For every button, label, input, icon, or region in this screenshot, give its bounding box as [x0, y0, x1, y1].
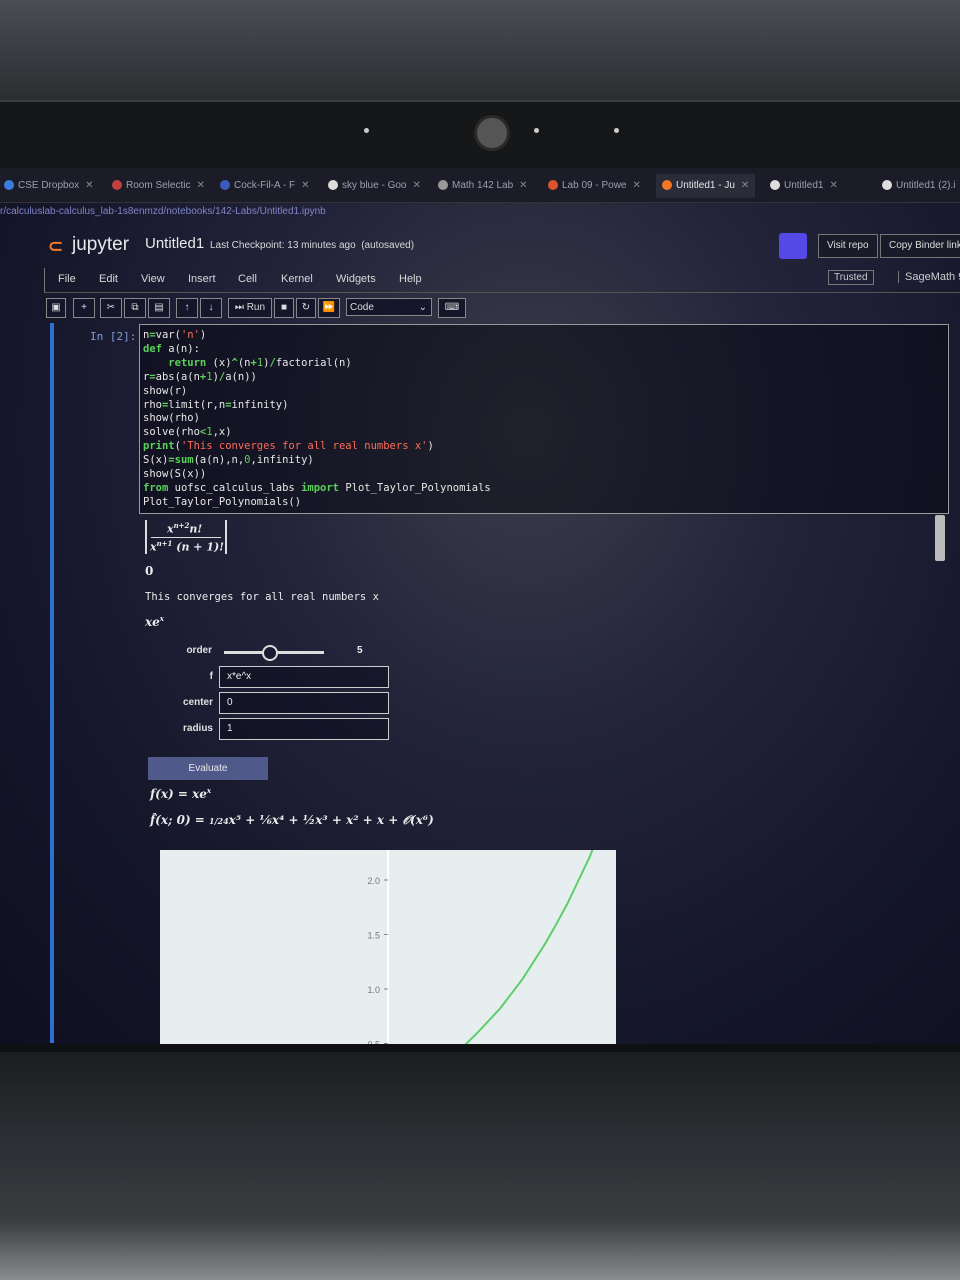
taylor-plot: 2.01.51.00.5	[160, 850, 616, 1044]
menu-view[interactable]: View	[141, 273, 165, 285]
code-line: def a(n):	[143, 342, 200, 355]
code-line: show(S(x))	[143, 468, 207, 481]
jupyter-logo-icon: ⊂	[48, 236, 64, 256]
code-line: rho=limit(r,n=infinity)	[143, 398, 289, 411]
ratio-output: xn+2n! xn+1 (n + 1)!	[145, 520, 227, 554]
browser-tab[interactable]: Lab 09 - Powe ✕	[548, 174, 641, 198]
save-icon[interactable]: ▣	[46, 298, 66, 318]
menu-bar: File Edit View Insert Cell Kernel Widget…	[44, 268, 960, 293]
order-value: 5	[357, 645, 363, 656]
order-label: order	[186, 645, 212, 656]
plot-series-line	[464, 850, 594, 1044]
menu-insert[interactable]: Insert	[188, 273, 216, 285]
menu-cell[interactable]: Cell	[238, 273, 257, 285]
browser-tab[interactable]: Room Selectic ✕	[112, 174, 205, 198]
cell-prompt: In [2]:	[90, 330, 137, 343]
kernel-name[interactable]: SageMath 9	[898, 271, 960, 283]
notebook-title[interactable]: Untitled1	[145, 235, 204, 252]
center-input[interactable]: 0	[219, 692, 389, 714]
checkpoint-status: Last Checkpoint: 13 minutes ago (autosav…	[210, 240, 415, 251]
copy-binder-link-button[interactable]: Copy Binder link	[880, 234, 960, 258]
stop-icon[interactable]: ■	[274, 298, 294, 318]
code-line: S(x)=sum(a(n),n,0,infinity)	[143, 454, 314, 467]
run-button[interactable]: ⏭ Run	[228, 298, 272, 318]
jupyter-brand[interactable]: jupyter	[72, 234, 129, 256]
paste-icon[interactable]: ▤	[148, 298, 170, 318]
selected-cell-indicator	[50, 323, 54, 1043]
code-editor[interactable]: n=var('n') def a(n): return (x)^(n+1)/fa…	[143, 329, 491, 510]
cell-type-select[interactable]: Code ⌄	[346, 298, 432, 316]
code-line: show(rho)	[143, 412, 200, 425]
menu-help[interactable]: Help	[399, 273, 422, 285]
sum-output: xex	[145, 614, 164, 629]
code-line: solve(rho<1,x)	[143, 426, 232, 439]
f-label: f	[209, 671, 213, 682]
taylor-polynomial: f̂(x; 0) = 1/24x⁵ + ⅙x⁴ + ½x³ + x² + x +…	[150, 813, 434, 827]
trusted-indicator[interactable]: Trusted	[828, 270, 874, 285]
code-line: r=abs(a(n+1)/a(n))	[143, 370, 257, 383]
menu-kernel[interactable]: Kernel	[281, 273, 313, 285]
copy-icon[interactable]: ⧉	[124, 298, 146, 318]
plot-canvas: 2.01.51.00.5	[367, 850, 594, 1044]
print-output: This converges for all real numbers x	[145, 591, 379, 603]
laptop-bezel-bottom	[0, 1044, 960, 1280]
browser-tab[interactable]: Math 142 Lab ✕	[438, 174, 528, 198]
function-equation: f(x) = xex	[150, 786, 212, 801]
plot-y-tick-label: 2.0	[367, 876, 380, 886]
plot-y-tick-label: 1.0	[367, 985, 380, 995]
move-down-icon[interactable]: ↓	[200, 298, 222, 318]
order-slider-handle[interactable]	[262, 645, 278, 661]
code-line: from uofsc_calculus_labs import Plot_Tay…	[143, 481, 491, 494]
code-line: print('This converges for all real numbe…	[143, 440, 434, 453]
browser-tab[interactable]: sky blue - Goo ✕	[328, 174, 421, 198]
menu-edit[interactable]: Edit	[99, 273, 118, 285]
move-up-icon[interactable]: ↑	[176, 298, 198, 318]
address-bar-url[interactable]: r/calculuslab-calculus_lab-1s8enmzd/note…	[0, 206, 326, 217]
center-label: center	[182, 697, 213, 708]
browser-tab-strip: CSE Dropbox ✕ Room Selectic ✕ Cock-Fil-A -…	[0, 168, 960, 203]
insert-cell-icon[interactable]: +	[73, 298, 95, 318]
f-input[interactable]: x*e^x	[219, 666, 389, 688]
code-line: return (x)^(n+1)/factorial(n)	[168, 356, 352, 369]
browser-tab-active[interactable]: Untitled1 - Ju ✕	[656, 174, 756, 198]
binder-logo-icon	[779, 233, 807, 259]
radius-label: radius	[182, 723, 213, 734]
browser-tab[interactable]: CSE Dropbox ✕	[4, 174, 94, 198]
menu-file[interactable]: File	[58, 273, 76, 285]
screen: CSE Dropbox ✕ Room Selectic ✕ Cock-Fil-A -…	[0, 168, 960, 1044]
plot-y-tick-label: 1.5	[367, 931, 380, 941]
code-line: n=var('n')	[143, 329, 207, 341]
keyboard-icon[interactable]: ⌨	[438, 298, 466, 318]
cut-icon[interactable]: ✂	[100, 298, 122, 318]
menu-widgets[interactable]: Widgets	[336, 273, 376, 285]
evaluate-button[interactable]: Evaluate	[148, 757, 268, 780]
browser-tab[interactable]: Cock-Fil-A - F ✕	[220, 174, 310, 198]
output-scrollbar[interactable]	[935, 515, 945, 561]
webcam	[474, 115, 510, 151]
rho-output: 0	[145, 564, 154, 578]
browser-tab[interactable]: Untitled1 (2).i	[882, 174, 955, 198]
browser-tab[interactable]: Untitled1 ✕	[770, 174, 838, 198]
visit-repo-button[interactable]: Visit repo	[818, 234, 878, 258]
restart-run-all-icon[interactable]: ⏩	[318, 298, 340, 318]
restart-icon[interactable]: ↻	[296, 298, 316, 318]
radius-input[interactable]: 1	[219, 718, 389, 740]
code-line: Plot_Taylor_Polynomials()	[143, 495, 302, 508]
code-line: show(r)	[143, 384, 188, 397]
laptop-bezel-top	[0, 0, 960, 170]
